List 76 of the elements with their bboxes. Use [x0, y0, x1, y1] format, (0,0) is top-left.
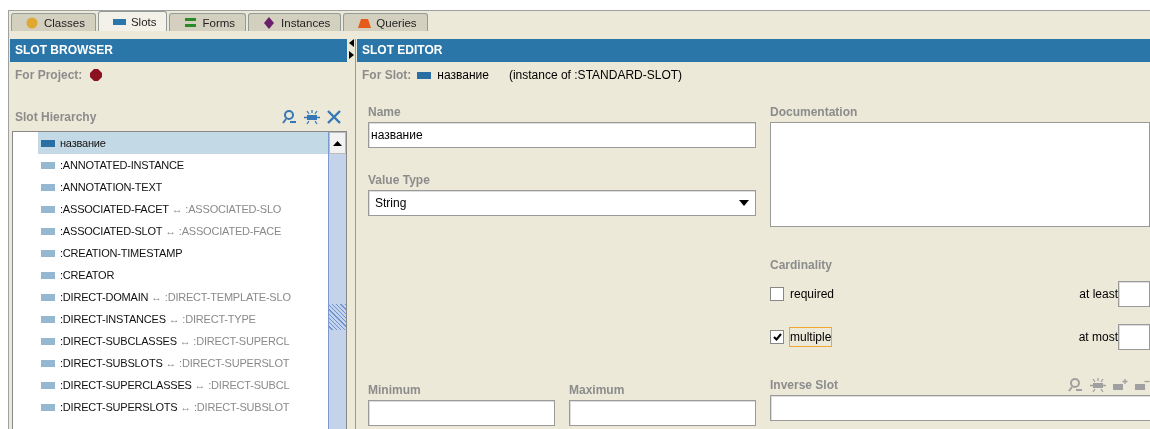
- tree-item[interactable]: :DIRECT-SUPERCLASSES ↔ :DIRECT-SUBCL: [38, 374, 328, 396]
- diamond-icon: [263, 16, 277, 29]
- instance-of-text: (instance of :STANDARD-SLOT): [508, 68, 683, 82]
- tab[interactable]: Classes: [11, 13, 96, 31]
- maximum-field[interactable]: [569, 400, 756, 426]
- checkbox[interactable]: [770, 330, 784, 344]
- at-most-field[interactable]: [1118, 324, 1150, 350]
- scrollbar[interactable]: [328, 132, 346, 429]
- name-field[interactable]: название: [368, 122, 756, 148]
- tree-item[interactable]: :DIRECT-SUBCLASSES ↔ :DIRECT-SUPERCL: [38, 330, 328, 352]
- bug-icon[interactable]: [1090, 377, 1106, 393]
- slot-icon: [41, 161, 55, 169]
- documentation-field[interactable]: [770, 122, 1150, 227]
- minimum-field[interactable]: [368, 400, 555, 426]
- at-most-label: at most: [1078, 330, 1118, 344]
- tree-item[interactable]: :DIRECT-SUBSLOTS ↔ :DIRECT-SUPERSLOT: [38, 352, 328, 374]
- name-label: Name: [368, 104, 402, 121]
- octagon-icon: [90, 69, 103, 81]
- slot-icon: [417, 71, 432, 79]
- cardinality-label: Cardinality: [770, 257, 833, 274]
- tab[interactable]: Slots: [97, 11, 168, 31]
- delete-icon[interactable]: [326, 109, 342, 125]
- inverse-slot-field[interactable]: [770, 395, 1150, 421]
- tree-item[interactable]: :DIRECT-DOMAIN ↔ :DIRECT-TEMPLATE-SLO: [38, 286, 328, 308]
- tree-item[interactable]: :DIRECT-SUPERSLOTS ↔ :DIRECT-SUBSLOT: [38, 396, 328, 418]
- slot-hierarchy-label: Slot Hierarchy: [15, 110, 97, 124]
- slot-icon: [41, 381, 55, 389]
- tab[interactable]: Queries: [343, 13, 428, 31]
- checkbox-label[interactable]: multiple: [789, 327, 833, 347]
- panel-header: SLOT BROWSER: [10, 39, 347, 62]
- inverse-slot-label: Inverse Slot: [770, 377, 839, 394]
- tab[interactable]: Instances: [248, 13, 342, 31]
- tab[interactable]: Forms: [169, 13, 247, 31]
- for-project-label: For Project:: [15, 68, 83, 82]
- tree-item[interactable]: :CREATOR: [38, 264, 328, 286]
- value-type-label: Value Type: [368, 172, 431, 189]
- slot-icon: [41, 249, 55, 257]
- slot-icon: [41, 359, 55, 367]
- minimum-label: Minimum: [368, 382, 422, 399]
- slot-icon: [41, 183, 55, 191]
- bars-icon: [184, 16, 198, 29]
- up-arrow-icon[interactable]: [333, 140, 342, 146]
- tree-item[interactable]: :ASSOCIATED-FACET ↔ :ASSOCIATED-SLO: [38, 198, 328, 220]
- slot-name: название: [437, 68, 489, 82]
- slot-icon: [41, 271, 55, 279]
- search-icon[interactable]: [282, 109, 298, 125]
- dropdown-arrow-icon[interactable]: [739, 200, 749, 206]
- checkbox-label[interactable]: required: [789, 284, 836, 304]
- add-slot-icon[interactable]: [1112, 377, 1128, 393]
- slot-icon: [41, 337, 55, 345]
- bug-icon[interactable]: [304, 109, 320, 125]
- tree-item[interactable]: :DIRECT-INSTANCES ↔ :DIRECT-TYPE: [38, 308, 328, 330]
- at-least-label: at least: [1079, 287, 1118, 301]
- slot-icon: [41, 205, 55, 213]
- tree-item[interactable]: название: [38, 132, 328, 154]
- search-icon[interactable]: [1068, 377, 1084, 393]
- slot-icon: [41, 403, 55, 411]
- slot-icon: [41, 293, 55, 301]
- slot-icon: [41, 139, 55, 147]
- maximum-label: Maximum: [569, 382, 626, 399]
- panel-header: SLOT EDITOR: [357, 39, 1150, 62]
- slot-icon: [41, 315, 55, 323]
- at-least-field[interactable]: [1118, 281, 1150, 307]
- trapezoid-icon: [358, 16, 372, 29]
- for-slot-label: For Slot:: [362, 68, 412, 82]
- circle-icon: [26, 16, 39, 29]
- tree-item[interactable]: :ANNOTATED-INSTANCE: [38, 154, 328, 176]
- collapse-arrows-icon[interactable]: [349, 39, 354, 59]
- documentation-label: Documentation: [770, 104, 859, 121]
- value-type-dropdown[interactable]: String: [368, 190, 756, 216]
- scrollbar-grip[interactable]: [329, 304, 346, 330]
- slot-icon: [41, 227, 55, 235]
- tree-item[interactable]: :CREATION-TIMESTAMP: [38, 242, 328, 264]
- checkbox[interactable]: [770, 287, 784, 301]
- tree-item[interactable]: :ANNOTATION-TEXT: [38, 176, 328, 198]
- tree-item[interactable]: :ASSOCIATED-SLOT ↔ :ASSOCIATED-FACE: [38, 220, 328, 242]
